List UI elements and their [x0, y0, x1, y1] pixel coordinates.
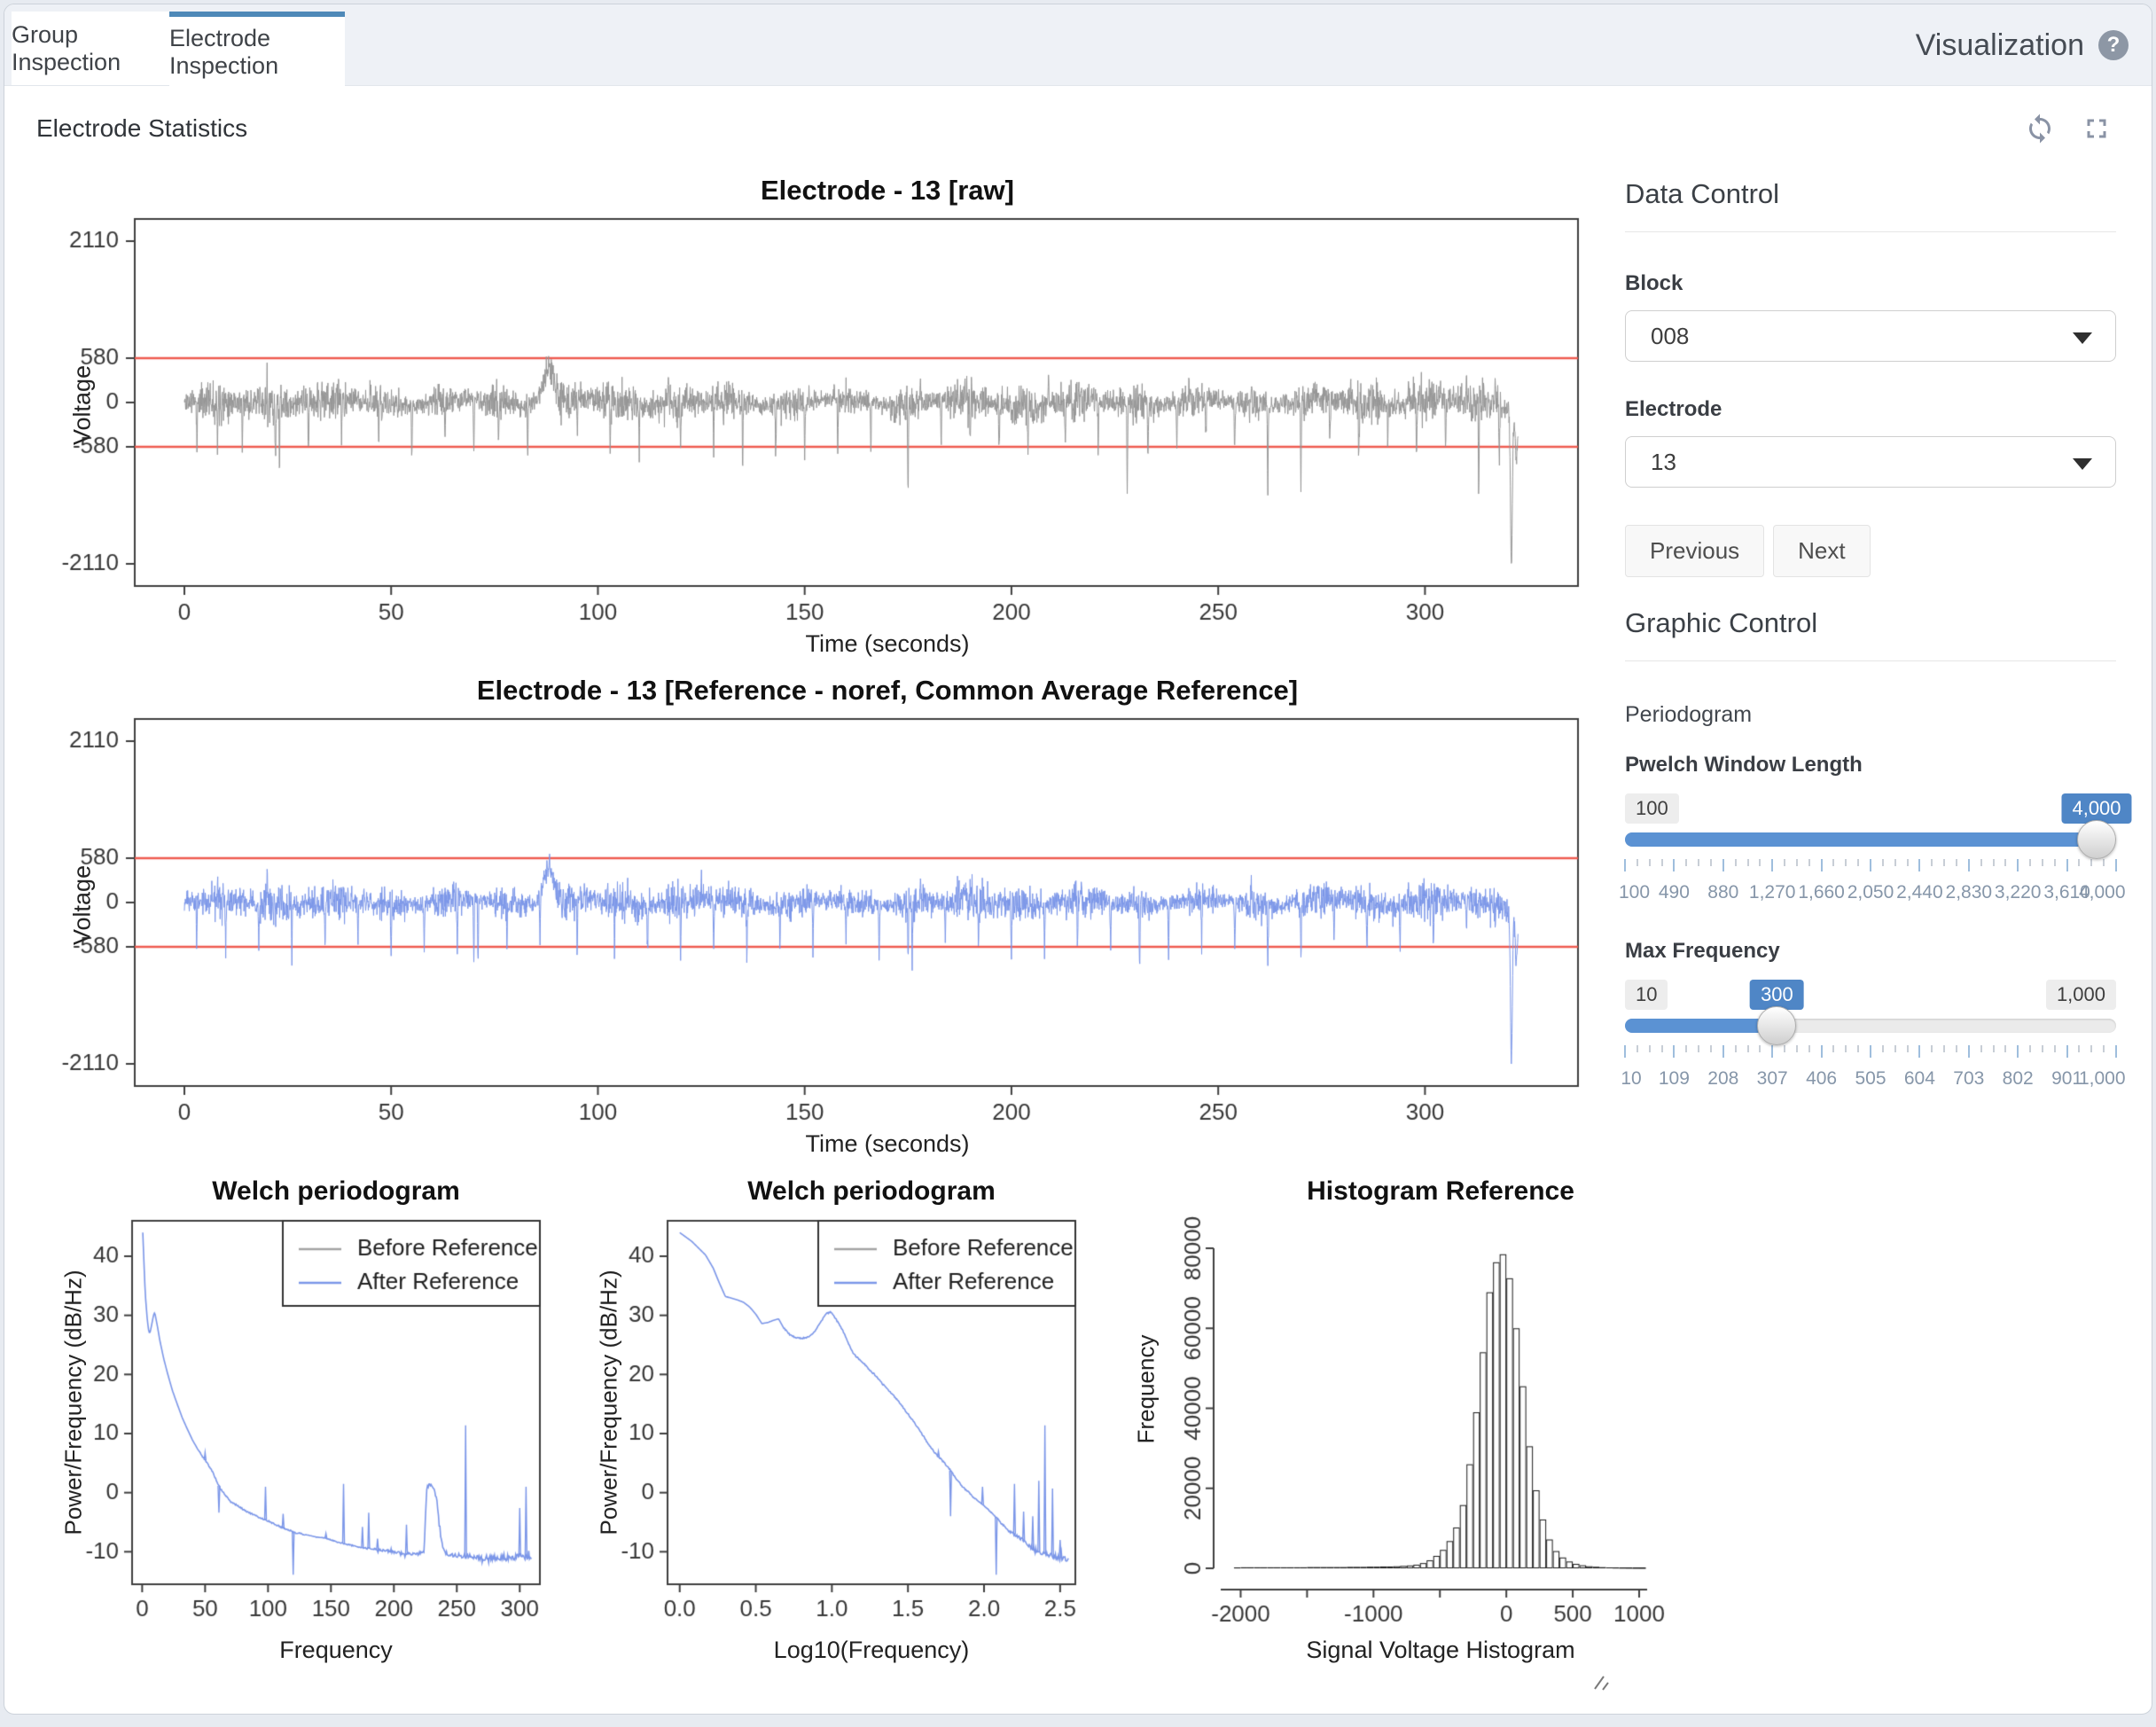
maxfreq-min-badge: 10 [1625, 980, 1668, 1010]
maxfreq-track[interactable] [1625, 1019, 2116, 1033]
chevron-down-icon [2073, 332, 2092, 344]
ref-plot-ylabel: Voltage [69, 865, 97, 945]
raw-plot-xlabel: Time (seconds) [98, 630, 1676, 662]
welch-linear-plot-container: Welch periodogram Power/Frequency (dB/Hz… [51, 1176, 582, 1664]
welch-linear-title: Welch periodogram [88, 1176, 584, 1214]
welch-log-title: Welch periodogram [623, 1176, 1120, 1214]
welch-log-plot-container: Welch periodogram Power/Frequency (dB/Hz… [586, 1176, 1118, 1664]
ref-plot-xlabel: Time (seconds) [98, 1130, 1676, 1162]
block-label: Block [1625, 271, 2116, 296]
maxfreq-value-badge: 300 [1750, 980, 1804, 1010]
page-title: Visualization [1916, 28, 2084, 63]
chevron-down-icon [2073, 458, 2092, 470]
raw-signal-plot [36, 214, 1614, 630]
graphic-control-heading: Graphic Control [1625, 607, 2116, 639]
next-button[interactable]: Next [1773, 525, 1870, 577]
pwelch-handle[interactable] [2077, 820, 2116, 859]
referenced-signal-plot [36, 714, 1614, 1130]
pwelch-min-badge: 100 [1625, 793, 1679, 824]
raw-plot-title: Electrode - 13 [raw] [98, 175, 1676, 214]
plots-panel: Electrode - 13 [raw] Voltage Time (secon… [36, 152, 1625, 1692]
resize-handle-icon[interactable] [1591, 1669, 1614, 1692]
pwelch-fill [1625, 832, 2097, 847]
electrode-select[interactable]: 13 [1625, 436, 2116, 488]
pwelch-slider-label: Pwelch Window Length [1625, 753, 2116, 778]
pwelch-window-length-slider[interactable]: 1004,0001004908801,2701,6602,0502,4402,8… [1625, 793, 2116, 912]
welch-linear-xlabel: Frequency [88, 1637, 584, 1664]
fullscreen-icon[interactable] [2081, 113, 2113, 145]
maxfreq-grid: 101092083074065056047038029011,000 [1625, 1045, 2116, 1098]
histogram-ylabel: Frequency [1133, 1335, 1160, 1444]
divider [1625, 660, 2116, 661]
data-control-heading: Data Control [1625, 178, 2116, 210]
tab-electrode-inspection[interactable]: Electrode Inspection [169, 12, 345, 87]
electrode-select-value: 13 [1651, 449, 1676, 476]
maxfreq-handle[interactable] [1757, 1006, 1796, 1045]
ref-plot-title: Electrode - 13 [Reference - noref, Commo… [98, 675, 1676, 714]
help-icon[interactable]: ? [2098, 30, 2129, 60]
histogram-plot-container: Histogram Reference Frequency Signal Vol… [1121, 1176, 1671, 1664]
previous-button[interactable]: Previous [1625, 525, 1764, 577]
maxfreq-max-badge: 1,000 [2046, 980, 2116, 1010]
welch-linear-plot [51, 1214, 556, 1635]
pwelch-track[interactable] [1625, 832, 2116, 847]
histogram-xlabel: Signal Voltage Histogram [1175, 1637, 1707, 1664]
welch-log-ylabel: Power/Frequency (dB/Hz) [596, 1270, 623, 1535]
periodogram-group-label: Periodogram [1625, 702, 2116, 728]
control-sidebar: Data Control Block 008 Electrode 13 Prev… [1625, 152, 2137, 1692]
raw-plot-ylabel: Voltage [69, 365, 97, 445]
divider [1625, 231, 2116, 232]
electrode-label: Electrode [1625, 397, 2116, 422]
histogram-title: Histogram Reference [1175, 1176, 1707, 1214]
section-title: Electrode Statistics [36, 114, 247, 143]
welch-linear-ylabel: Power/Frequency (dB/Hz) [60, 1270, 88, 1535]
header: Group Inspection Electrode Inspection Vi… [4, 4, 2152, 86]
main-content: Electrode Statistics Electrode - 13 [raw… [4, 105, 2152, 1692]
pwelch-value-badge: 4,000 [2061, 793, 2131, 824]
pwelch-grid: 1004908801,2701,6602,0502,4402,8303,2203… [1625, 859, 2116, 912]
histogram-plot [1121, 1214, 1671, 1635]
tab-group-inspection[interactable]: Group Inspection [12, 12, 169, 86]
max-frequency-slider-label: Max Frequency [1625, 939, 2116, 964]
max-frequency-slider[interactable]: 10 1,000 300 101092083074065056047038029011… [1625, 980, 2116, 1098]
tab-electrode-inspection-label: Electrode Inspection [169, 25, 345, 80]
welch-log-plot [586, 1214, 1091, 1635]
refresh-icon[interactable] [2024, 113, 2056, 145]
block-select[interactable]: 008 [1625, 310, 2116, 362]
app-window: Group Inspection Electrode Inspection Vi… [4, 4, 2152, 1715]
tab-group-inspection-label: Group Inspection [12, 21, 169, 76]
maxfreq-fill [1625, 1019, 1777, 1033]
welch-log-xlabel: Log10(Frequency) [623, 1637, 1120, 1664]
block-select-value: 008 [1651, 323, 1689, 350]
